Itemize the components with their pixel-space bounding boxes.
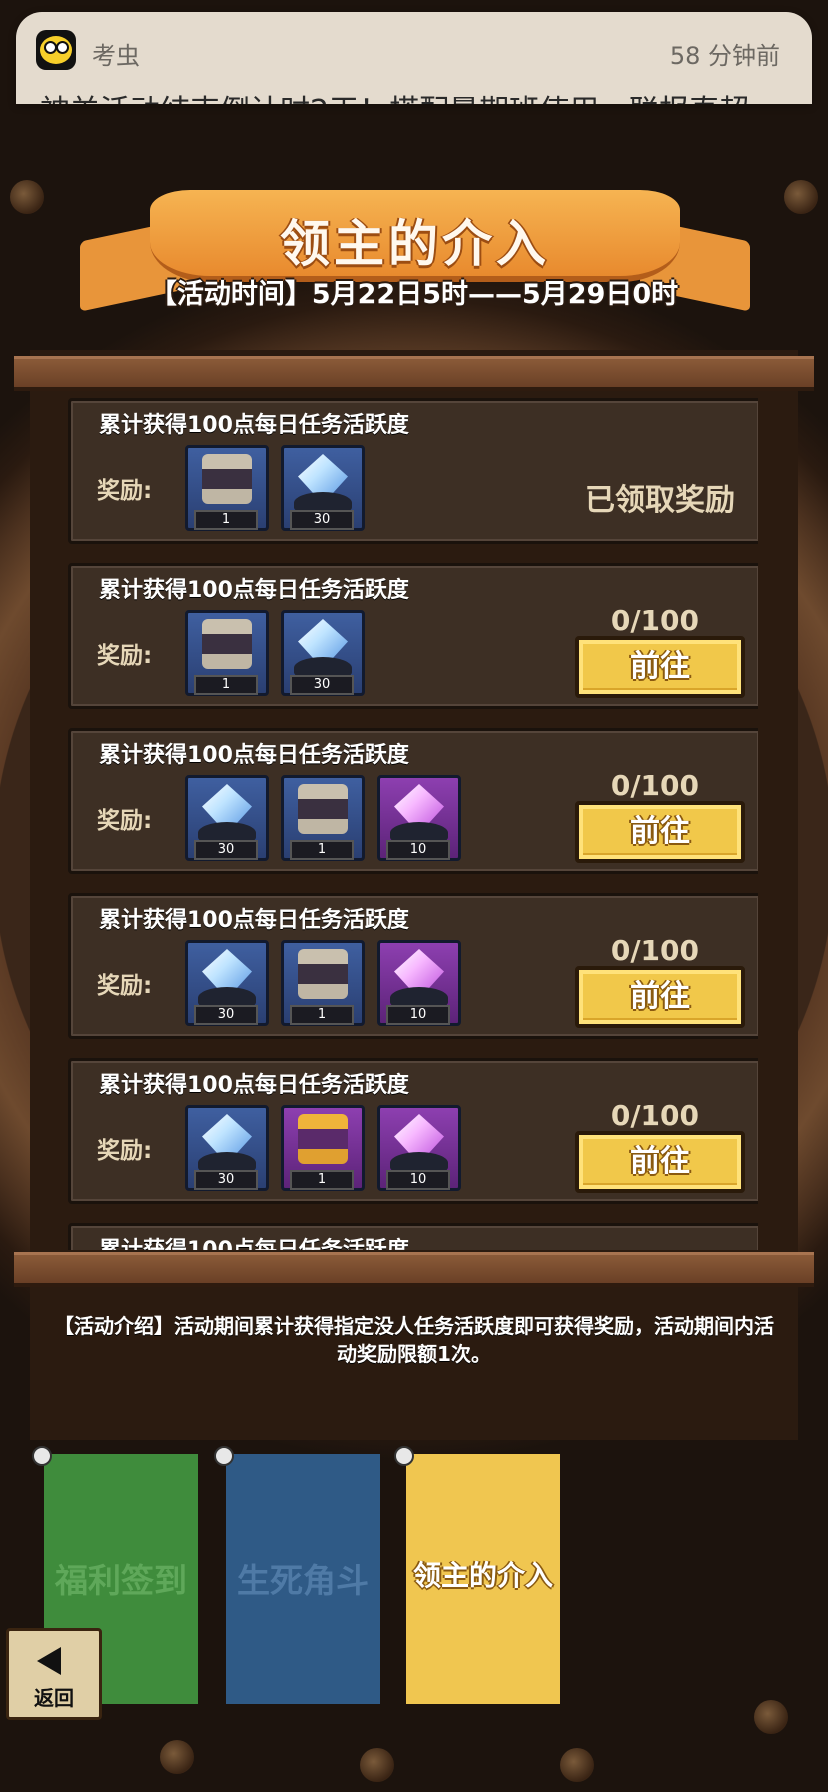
item-count: 10 [386, 1170, 450, 1190]
item-count: 30 [194, 840, 258, 860]
task-title: 累计获得100点每日任务活跃度 [99, 908, 409, 933]
event-title: 领主的介入 [280, 215, 550, 273]
task-progress: 0/100 [610, 934, 699, 967]
item-count: 10 [386, 1005, 450, 1025]
app-logo-icon [36, 30, 76, 70]
tab-label: 福利签到 [55, 1561, 187, 1600]
rivet [160, 1740, 194, 1774]
claimed-status: 已领取奖励 [585, 483, 735, 518]
rivet [10, 180, 44, 214]
rivet [784, 180, 818, 214]
pin-icon [214, 1446, 234, 1466]
item-count: 30 [290, 510, 354, 530]
event-time-range: 【活动时间】5月22日5时——5月29日0时 [149, 279, 679, 310]
silver-chest-icon[interactable]: 1 [281, 775, 365, 861]
item-count: 1 [290, 1005, 354, 1025]
task-list[interactable]: 累计获得100点每日任务活跃度 奖励: 1 30 已领取奖励 累计获得100点每… [68, 398, 758, 1250]
reward-label: 奖励: [97, 808, 153, 834]
rivet [560, 1748, 594, 1782]
shelf-bottom [14, 1252, 814, 1287]
blue-crystal-icon[interactable]: 30 [185, 1105, 269, 1191]
back-button[interactable]: 返回 [6, 1628, 102, 1720]
item-count: 1 [194, 510, 258, 530]
item-count: 1 [194, 675, 258, 695]
reward-label: 奖励: [97, 643, 153, 669]
blue-crystal-icon[interactable]: 30 [185, 775, 269, 861]
item-count: 30 [290, 675, 354, 695]
pin-icon [394, 1446, 414, 1466]
purple-crystal-icon[interactable]: 10 [377, 1105, 461, 1191]
item-count: 30 [194, 1170, 258, 1190]
go-button[interactable]: 前往 [575, 966, 745, 1028]
task-progress: 0/100 [610, 769, 699, 802]
reward-label: 奖励: [97, 1138, 153, 1164]
task-card: 累计获得100点每日任务活跃度 奖励: 30 1 10 0/100 前往 [68, 728, 758, 874]
tab-lord-intervention[interactable]: 领主的介入 [394, 1446, 560, 1704]
tab-label: 领主的介入 [412, 1559, 553, 1592]
blue-crystal-icon[interactable]: 30 [185, 940, 269, 1026]
blue-crystal-icon[interactable]: 30 [281, 610, 365, 696]
event-intro: 【活动介绍】活动期间累计获得指定没人任务活跃度即可获得奖励，活动期间内活动奖励限… [54, 1314, 774, 1366]
task-card: 累计获得100点每日任务活跃度 奖励: 1 30 0/100 前往 [68, 563, 758, 709]
pin-icon [32, 1446, 52, 1466]
item-count: 30 [194, 1005, 258, 1025]
task-card: 累计获得100点每日任务活跃度 奖励: 30 1 10 0/100 前往 [68, 1058, 758, 1204]
silver-chest-icon[interactable]: 1 [185, 445, 269, 531]
item-count: 1 [290, 1170, 354, 1190]
notification-time: 58 分钟前 [669, 42, 780, 70]
task-card: 累计获得100点每日任务活跃度 奖励: 1 30 已领取奖励 [68, 398, 758, 544]
go-button[interactable]: 前往 [575, 1131, 745, 1193]
gold-chest-icon[interactable]: 1 [281, 1105, 365, 1191]
rivet [360, 1748, 394, 1782]
task-card: 累计获得100点每日任务活跃度 [68, 1223, 758, 1250]
task-title: 累计获得100点每日任务活跃度 [99, 578, 409, 603]
task-card: 累计获得100点每日任务活跃度 奖励: 30 1 10 0/100 前往 [68, 893, 758, 1039]
task-title: 累计获得100点每日任务活跃度 [99, 1232, 409, 1250]
item-count: 1 [290, 840, 354, 860]
task-title: 累计获得100点每日任务活跃度 [99, 743, 409, 768]
go-button[interactable]: 前往 [575, 636, 745, 698]
silver-chest-icon[interactable]: 1 [185, 610, 269, 696]
rivet [754, 1700, 788, 1734]
notification-app-name: 考虫 [92, 42, 140, 70]
shelf-top [14, 356, 814, 391]
reward-label: 奖励: [97, 478, 153, 504]
tab-arena[interactable]: 生死角斗 [214, 1446, 380, 1704]
task-title: 累计获得100点每日任务活跃度 [99, 1073, 409, 1098]
silver-chest-icon[interactable]: 1 [281, 940, 365, 1026]
reward-label: 奖励: [97, 973, 153, 999]
notification-body: 神羊活动结束倒计时2天！搭配暑期班使用，联报直超 [40, 86, 749, 104]
task-progress: 0/100 [610, 1099, 699, 1132]
back-arrow-icon [37, 1647, 61, 1675]
blue-crystal-icon[interactable]: 30 [281, 445, 365, 531]
purple-crystal-icon[interactable]: 10 [377, 775, 461, 861]
task-title: 累计获得100点每日任务活跃度 [99, 413, 409, 438]
task-progress: 0/100 [610, 604, 699, 637]
go-button[interactable]: 前往 [575, 801, 745, 863]
back-label: 返回 [34, 1686, 74, 1710]
push-notification[interactable]: 考虫 58 分钟前 神羊活动结束倒计时2天！搭配暑期班使用，联报直超 [16, 12, 812, 104]
tab-label: 生死角斗 [237, 1561, 369, 1600]
purple-crystal-icon[interactable]: 10 [377, 940, 461, 1026]
item-count: 10 [386, 840, 450, 860]
